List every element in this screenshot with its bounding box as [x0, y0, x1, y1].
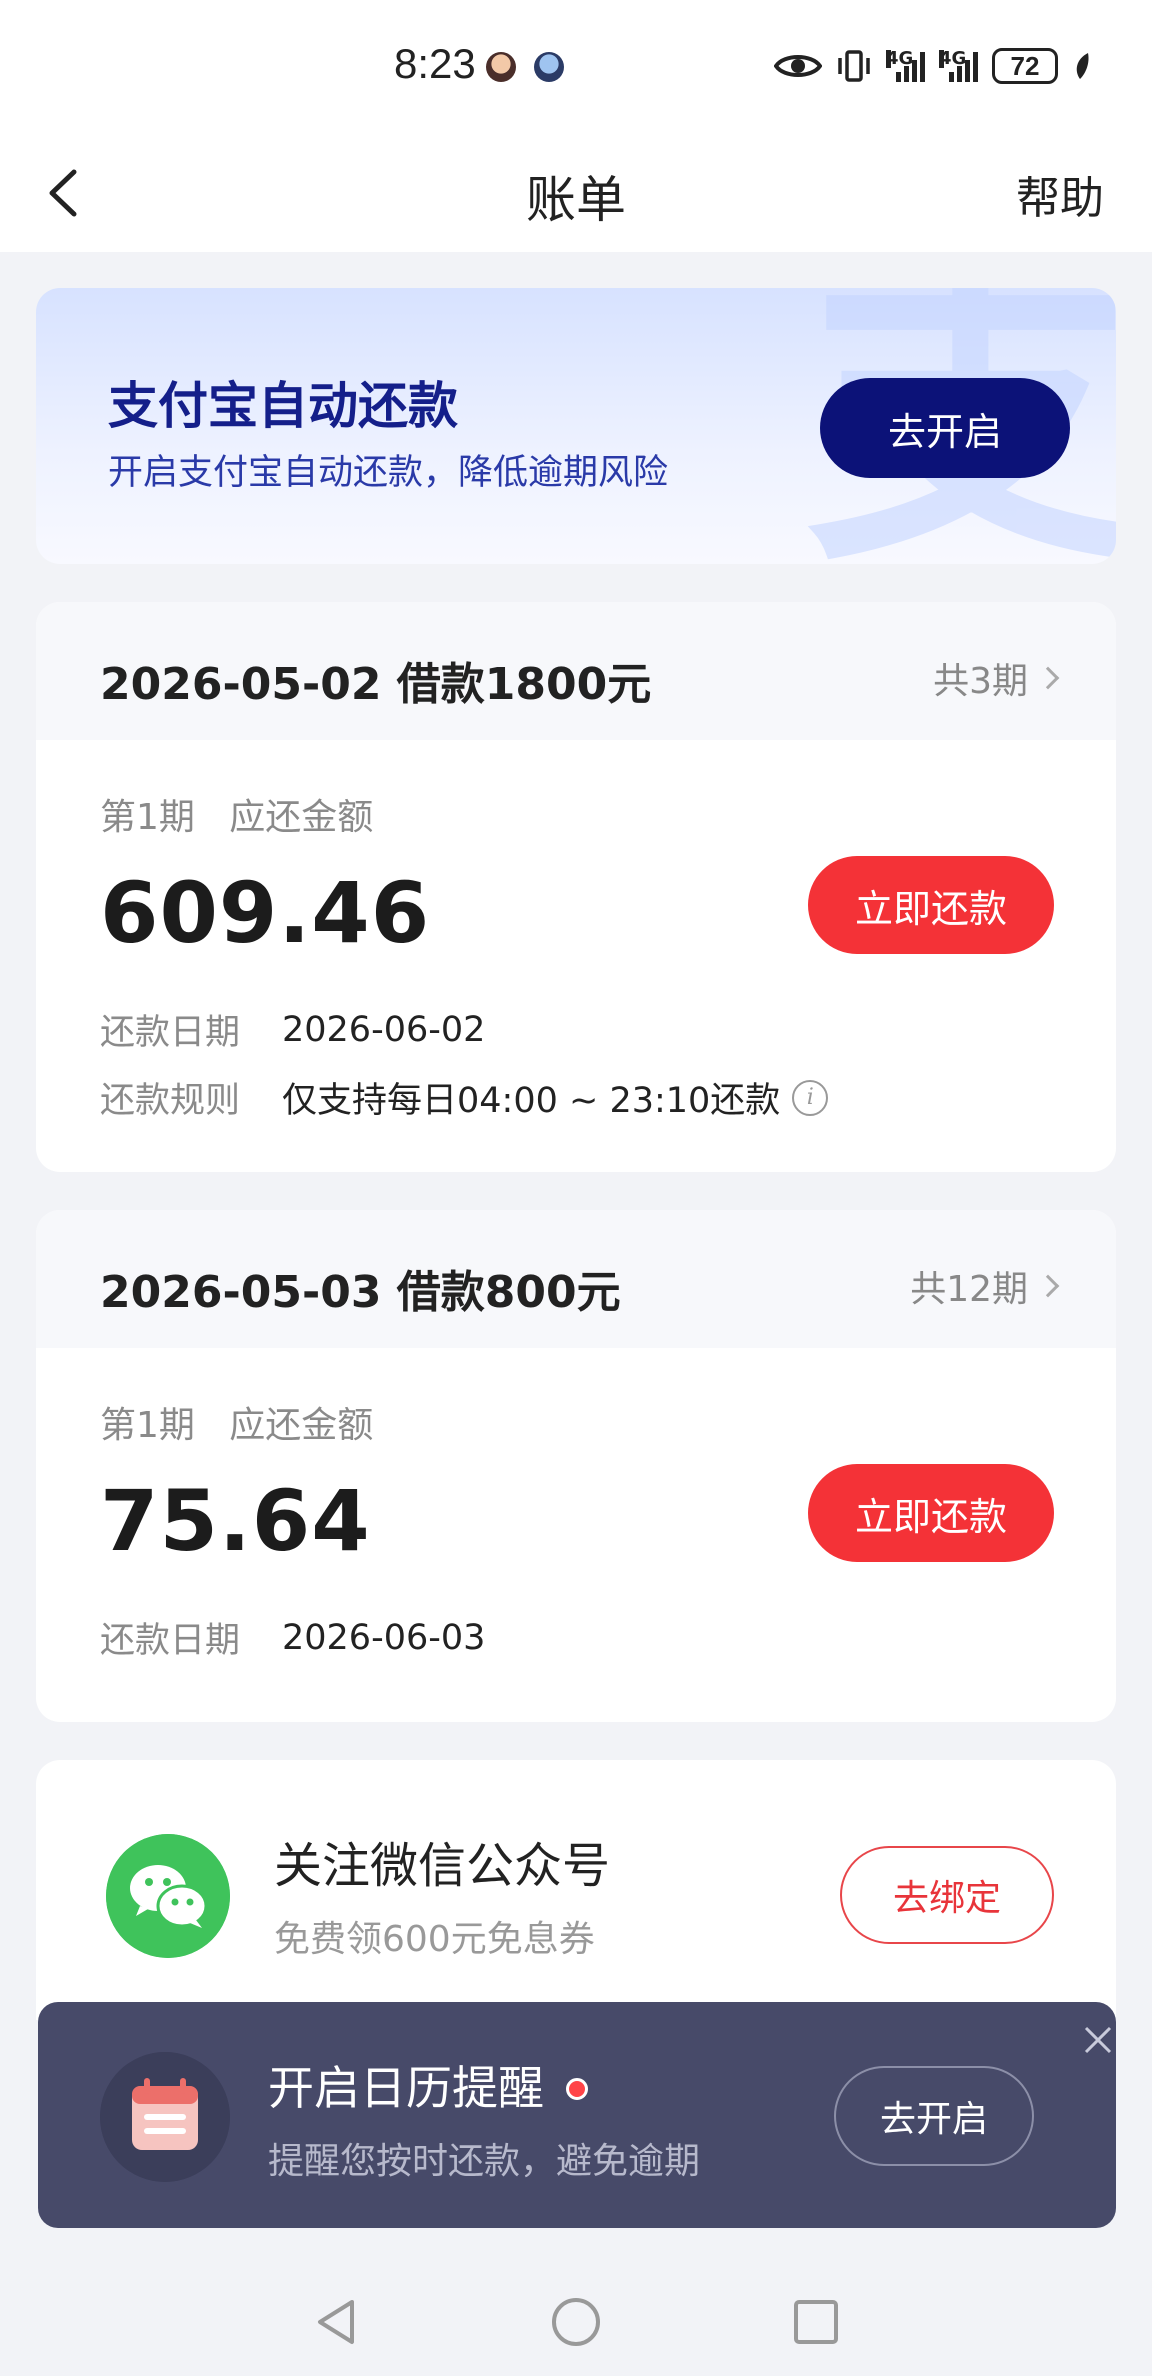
- amount-due: 75.64: [100, 1472, 371, 1570]
- chevron-right-icon: [1036, 1274, 1060, 1298]
- signal-icon: 4G: [939, 50, 978, 82]
- signal-icon: 4G: [886, 50, 925, 82]
- vibrate-icon: [838, 50, 870, 82]
- period-label: 第1期 应还金额: [100, 1396, 373, 1448]
- period-number: 第1期: [100, 797, 195, 838]
- due-date-row: 还款日期 2026-06-02: [100, 1004, 485, 1055]
- loan-periods-link[interactable]: 共12期: [910, 1260, 1060, 1312]
- red-dot-badge: [566, 2078, 588, 2100]
- status-icons: 4G 4G 72: [774, 44, 1092, 88]
- wechat-follow-card: 关注微信公众号 免费领600元免息券 去绑定: [36, 1760, 1116, 2020]
- repay-now-button[interactable]: 立即还款: [808, 856, 1054, 954]
- alipay-title: 支付宝自动还款: [108, 377, 458, 435]
- amount-label: 应还金额: [229, 1405, 374, 1446]
- due-date-label: 还款日期: [100, 1013, 241, 1053]
- help-link[interactable]: 帮助: [1016, 162, 1104, 226]
- loan-periods: 共12期: [910, 1269, 1028, 1310]
- chevron-right-icon: [1036, 666, 1060, 690]
- eye-icon: [774, 55, 822, 77]
- calendar-subtitle: 提醒您按时还款，避免逾期: [268, 2141, 701, 2182]
- loan-card: 2026-05-03 借款800元 共12期 第1期 应还金额 75.64 立即…: [36, 1210, 1116, 1722]
- loan-title: 2026-05-02 借款1800元: [100, 659, 652, 710]
- nav-recents-icon[interactable]: [786, 2292, 846, 2352]
- page: 8:23 4G 4G 72 账单 帮助 支付宝自动还款 开启支付宝自动还款，降低…: [0, 0, 1152, 2376]
- network-type-1: 4G: [886, 48, 914, 69]
- repay-rule-value: 仅支持每日04:00 ~ 23:10还款 i: [282, 1072, 829, 1123]
- wechat-subtitle: 免费领600元免息券: [274, 1919, 595, 1960]
- loan-periods: 共3期: [933, 661, 1028, 702]
- period-number: 第1期: [100, 1405, 195, 1446]
- repay-now-button[interactable]: 立即还款: [808, 1464, 1054, 1562]
- repay-rule-label: 还款规则: [100, 1081, 241, 1121]
- alipay-enable-button[interactable]: 去开启: [820, 378, 1070, 478]
- loan-header[interactable]: 2026-05-02 借款1800元 共3期: [36, 602, 1116, 740]
- due-date-row: 还款日期 2026-06-03: [100, 1612, 485, 1663]
- status-time: 8:23: [394, 40, 476, 87]
- header: 账单 帮助: [0, 130, 1152, 252]
- calendar-enable-button[interactable]: 去开启: [834, 2066, 1034, 2166]
- bind-button[interactable]: 去绑定: [840, 1846, 1054, 1944]
- due-date-value: 2026-06-03: [282, 1617, 486, 1658]
- wechat-icon: [106, 1834, 230, 1958]
- loan-card: 2026-05-02 借款1800元 共3期 第1期 应还金额 609.46 立…: [36, 602, 1116, 1172]
- notification-app-icon: [534, 52, 564, 82]
- nav-home-icon[interactable]: [546, 2292, 606, 2352]
- nav-back-icon[interactable]: [306, 2292, 366, 2352]
- loan-header[interactable]: 2026-05-03 借款800元 共12期: [36, 1210, 1116, 1348]
- close-icon[interactable]: [1078, 2020, 1118, 2060]
- loan-periods-link[interactable]: 共3期: [933, 652, 1060, 704]
- calendar-icon: [100, 2052, 230, 2182]
- amount-label: 应还金额: [229, 797, 374, 838]
- charging-leaf-icon: [1076, 53, 1089, 79]
- repay-rule-row: 还款规则 仅支持每日04:00 ~ 23:10还款 i: [100, 1072, 829, 1123]
- alipay-autopay-card: 支 支付宝自动还款 开启支付宝自动还款，降低逾期风险 去开启: [36, 288, 1116, 564]
- battery-icon: 72: [992, 48, 1058, 84]
- status-bar: 8:23 4G 4G 72: [0, 0, 1152, 130]
- info-icon[interactable]: i: [792, 1079, 829, 1116]
- loan-title: 2026-05-03 借款800元: [100, 1267, 621, 1318]
- system-nav-bar: [0, 2262, 1152, 2376]
- notification-app-icon: [486, 52, 516, 82]
- due-date-value: 2026-06-02: [282, 1009, 486, 1050]
- calendar-title: 开启日历提醒: [268, 2061, 544, 2115]
- network-type-2: 4G: [939, 48, 967, 69]
- page-title: 账单: [526, 171, 626, 229]
- wechat-title: 关注微信公众号: [274, 1838, 611, 1894]
- amount-due: 609.46: [100, 864, 431, 962]
- alipay-subtitle: 开启支付宝自动还款，降低逾期风险: [108, 453, 669, 493]
- due-date-label: 还款日期: [100, 1621, 241, 1661]
- calendar-reminder-banner: 开启日历提醒 提醒您按时还款，避免逾期 去开启: [38, 2002, 1116, 2228]
- period-label: 第1期 应还金额: [100, 788, 373, 840]
- repay-rule-text: 仅支持每日04:00 ~ 23:10还款: [282, 1081, 781, 1121]
